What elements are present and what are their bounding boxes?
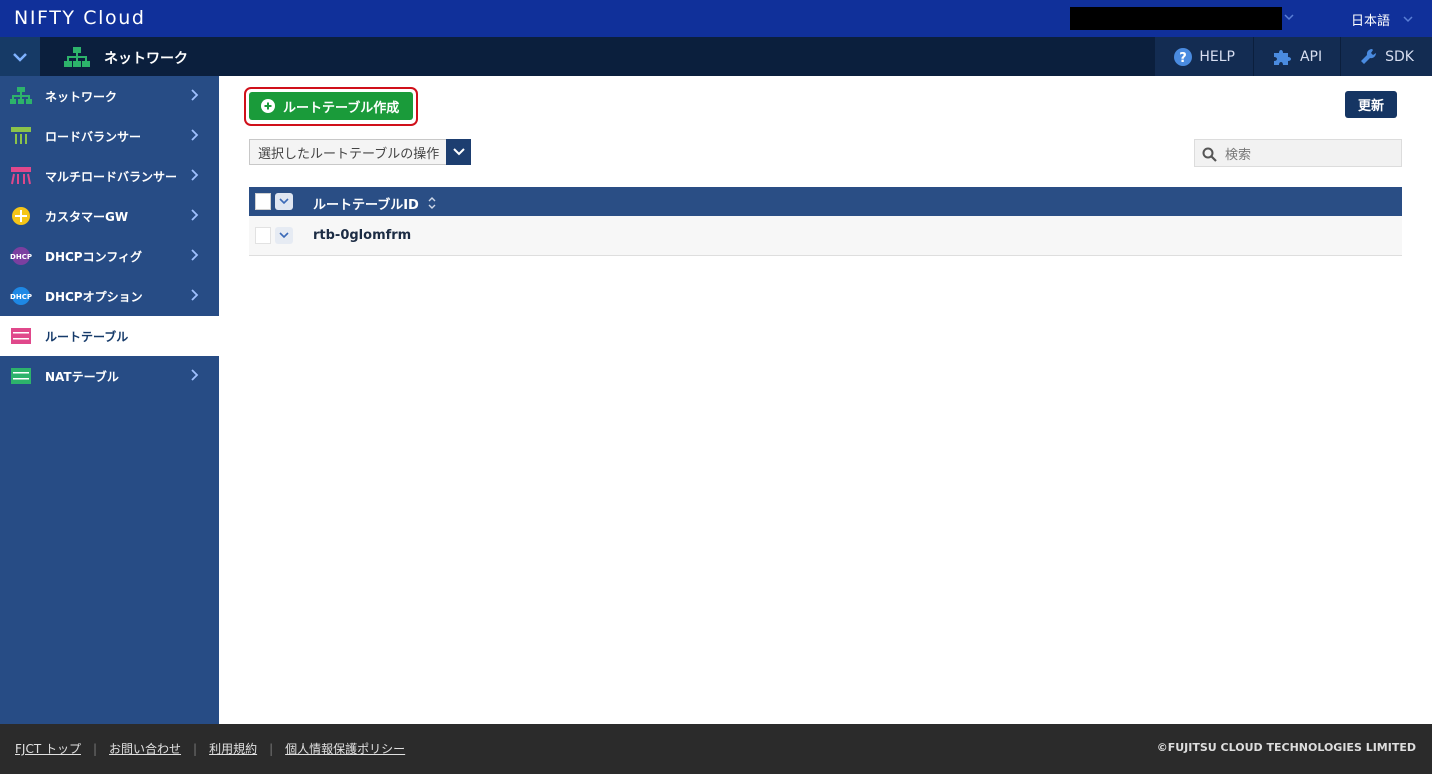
table-row[interactable]: rtb-0glomfrm [249, 216, 1402, 256]
dhcp-option-icon: DHCP [10, 287, 32, 305]
select-options-dropdown[interactable] [275, 193, 293, 210]
menu-toggle-button[interactable] [0, 37, 40, 76]
sidebar-item-label: DHCPコンフィグ [45, 249, 143, 264]
service-title: ネットワーク [104, 51, 188, 67]
chevron-right-icon [191, 169, 199, 181]
sidebar-item-route-table[interactable]: ルートテーブル [0, 316, 219, 356]
footer-link-top[interactable]: FJCT トップ [15, 740, 81, 757]
sidebar-item-dhcp-config[interactable]: DHCP DHCPコンフィグ [0, 236, 219, 276]
footer: FJCT トップ | お問い合わせ | 利用規約 | 個人情報保護ポリシー ©F… [0, 724, 1432, 774]
create-route-table-button[interactable]: ルートテーブル作成 [249, 92, 413, 120]
sidebar-item-load-balancer[interactable]: ロードバランサー [0, 116, 219, 156]
footer-separator: | [269, 741, 274, 756]
sidebar-item-label: DHCPオプション [45, 289, 143, 304]
route-table-icon [11, 328, 31, 344]
table-header: ルートテーブルID [249, 187, 1402, 216]
chevron-right-icon [191, 129, 199, 141]
sdk-link[interactable]: SDK [1340, 37, 1432, 76]
create-button-label: ルートテーブル作成 [283, 100, 400, 116]
chevron-down-icon[interactable] [1401, 12, 1415, 26]
account-menu[interactable] [1070, 7, 1282, 30]
footer-link-privacy[interactable]: 個人情報保護ポリシー [285, 740, 405, 757]
wrench-icon [1361, 48, 1377, 64]
load-balancer-icon [11, 127, 31, 144]
chevron-down-icon[interactable] [1282, 10, 1296, 24]
sidebar-item-label: カスタマーGW [45, 209, 129, 224]
chevron-down-icon [13, 52, 27, 62]
bulk-action-caret[interactable] [446, 139, 471, 165]
top-header: NIFTY Cloud 日本語 [0, 0, 1432, 37]
column-header-route-table-id[interactable]: ルートテーブルID [313, 194, 419, 213]
svg-text:DHCP: DHCP [10, 293, 32, 301]
service-bar: ネットワーク ? HELP API SDK [0, 37, 1432, 76]
plus-circle-icon [261, 99, 275, 113]
api-link-label: API [1299, 48, 1323, 65]
search-icon [1202, 147, 1217, 162]
sidebar-item-dhcp-option[interactable]: DHCP DHCPオプション [0, 276, 219, 316]
bulk-action-label: 選択したルートテーブルの操作 [258, 146, 440, 162]
help-icon: ? [1174, 47, 1193, 66]
row-checkbox[interactable] [255, 227, 271, 244]
copyright: ©FUJITSU CLOUD TECHNOLOGIES LIMITED [1156, 741, 1416, 754]
help-link[interactable]: ? HELP [1154, 37, 1253, 76]
customer-gateway-icon [12, 207, 30, 225]
brand-logo[interactable]: NIFTY Cloud [14, 7, 146, 29]
sidebar-item-label: NATテーブル [45, 369, 119, 384]
route-table-id[interactable]: rtb-0glomfrm [313, 228, 411, 243]
sidebar-item-network[interactable]: ネットワーク [0, 76, 219, 116]
footer-links: FJCT トップ | お問い合わせ | 利用規約 | 個人情報保護ポリシー [15, 740, 405, 757]
network-icon [10, 87, 32, 104]
sort-icon[interactable] [427, 196, 437, 210]
footer-link-terms[interactable]: 利用規約 [209, 740, 257, 757]
footer-link-contact[interactable]: お問い合わせ [109, 740, 181, 757]
footer-separator: | [92, 741, 98, 756]
bulk-action-select[interactable]: 選択したルートテーブルの操作 [249, 139, 471, 165]
sidebar-item-customer-gateway[interactable]: カスタマーGW [0, 196, 219, 236]
chevron-down-icon [279, 232, 289, 239]
chevron-right-icon [191, 89, 199, 101]
help-links: ? HELP API SDK [1154, 37, 1432, 76]
svg-text:DHCP: DHCP [10, 253, 32, 261]
select-all-checkbox[interactable] [255, 193, 271, 210]
network-icon [64, 47, 90, 67]
search-placeholder: 検索 [1225, 147, 1252, 163]
route-table-list: ルートテーブルID rtb-0glomfrm [249, 187, 1402, 256]
row-options-dropdown[interactable] [275, 227, 293, 244]
language-selector[interactable]: 日本語 [1351, 10, 1390, 29]
sidebar-item-multi-load-balancer[interactable]: マルチロードバランサー [0, 156, 219, 196]
svg-text:?: ? [1180, 51, 1188, 66]
chevron-right-icon [191, 369, 199, 381]
dhcp-config-icon: DHCP [10, 247, 32, 265]
sidebar-item-label: ネットワーク [45, 89, 118, 104]
footer-separator: | [193, 741, 198, 756]
chevron-right-icon [191, 249, 199, 261]
help-link-label: HELP [1199, 48, 1235, 65]
refresh-button[interactable]: 更新 [1345, 91, 1397, 118]
chevron-right-icon [191, 209, 199, 221]
puzzle-icon [1273, 49, 1291, 65]
nat-table-icon [11, 368, 31, 384]
search-input[interactable]: 検索 [1194, 139, 1402, 167]
api-link[interactable]: API [1252, 37, 1341, 76]
sidebar: ネットワーク ロードバランサー マルチロードバランサー カスタマーGW DHCP DHCP… [0, 76, 219, 724]
chevron-down-icon [279, 198, 289, 205]
sidebar-item-label: ルートテーブル [45, 329, 129, 344]
chevron-down-icon [452, 148, 465, 156]
sidebar-item-nat-table[interactable]: NATテーブル [0, 356, 219, 396]
sidebar-item-label: ロードバランサー [45, 129, 142, 144]
sidebar-item-label: マルチロードバランサー [45, 169, 178, 184]
multi-load-balancer-icon [11, 167, 31, 185]
chevron-right-icon [191, 289, 199, 301]
sdk-link-label: SDK [1385, 48, 1414, 65]
